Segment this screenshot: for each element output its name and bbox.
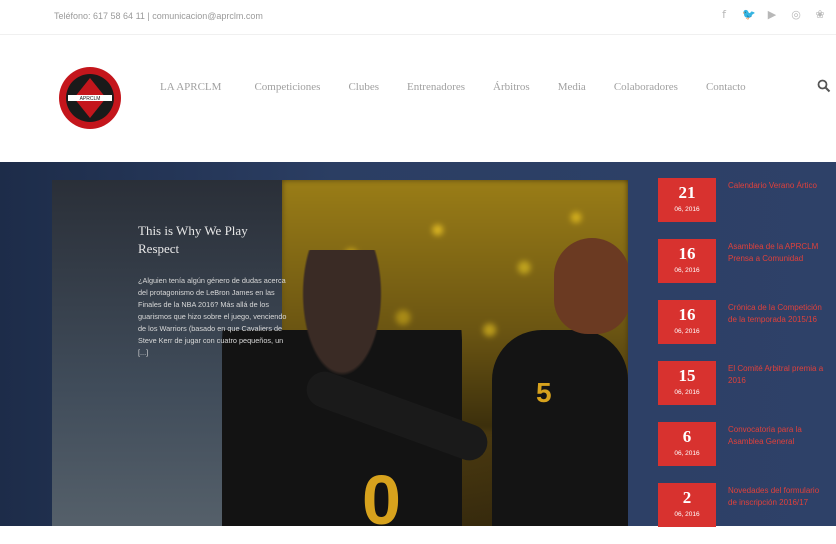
site-header: APRCLM LA APRCLM Competiciones Clubes En… <box>0 35 836 160</box>
site-logo[interactable]: APRCLM <box>58 66 122 130</box>
news-title[interactable]: Convocatoria para la Asamblea General <box>728 424 826 447</box>
date-day: 2 <box>682 488 692 507</box>
nav-item-clubes[interactable]: Clubes <box>348 81 379 93</box>
player-right-head <box>554 238 628 334</box>
nav-item-entrenadores[interactable]: Entrenadores <box>407 81 465 93</box>
nav-item-contacto[interactable]: Contacto <box>706 81 746 93</box>
nav-item-media[interactable]: Media <box>558 81 586 93</box>
date-badge: 16 06, 2016 <box>658 300 716 344</box>
nav-item-arbitros[interactable]: Árbitros <box>493 81 530 93</box>
news-list: 21 06, 2016 Calendario Verano Ártico 16 … <box>658 178 828 544</box>
news-item[interactable]: 16 06, 2016 Asamblea de la APRCLM Prensa… <box>658 239 828 300</box>
news-item[interactable]: 15 06, 2016 El Comité Arbitral premia a … <box>658 361 828 422</box>
news-item[interactable]: 2 06, 2016 Novedades del formulario de i… <box>658 483 828 544</box>
news-item[interactable]: 16 06, 2016 Crónica de la Competición de… <box>658 300 828 361</box>
date-badge: 6 06, 2016 <box>658 422 716 466</box>
date-month: 06, 2016 <box>674 328 700 335</box>
search-icon[interactable] <box>817 79 831 93</box>
date-month: 06, 2016 <box>674 450 700 457</box>
date-badge: 15 06, 2016 <box>658 361 716 405</box>
news-item[interactable]: 21 06, 2016 Calendario Verano Ártico <box>658 178 828 239</box>
news-item[interactable]: 6 06, 2016 Convocatoria para la Asamblea… <box>658 422 828 483</box>
news-title[interactable]: Crónica de la Competición de la temporad… <box>728 302 826 325</box>
date-month: 06, 2016 <box>674 206 700 213</box>
top-bar: Teléfono: 617 58 64 11 | comunicacion@ap… <box>0 0 836 35</box>
contact-info: Teléfono: 617 58 64 11 | comunicacion@ap… <box>54 11 263 21</box>
svg-text:APRCLM: APRCLM <box>80 96 101 102</box>
news-title[interactable]: El Comité Arbitral premia a 2016 <box>728 363 826 386</box>
date-badge: 21 06, 2016 <box>658 178 716 222</box>
social-links: f 🐦 ▶ ◎ ❀ <box>718 9 826 21</box>
date-day: 16 <box>678 305 696 324</box>
featured-overlay: This is Why We Play Respect ¿Alguien ten… <box>138 222 288 359</box>
nav-item-competiciones[interactable]: Competiciones <box>254 81 320 93</box>
twitter-icon[interactable]: 🐦 <box>742 9 756 21</box>
featured-excerpt: ¿Alguien tenía algún género de dudas ace… <box>138 276 287 358</box>
facebook-icon[interactable]: f <box>718 9 730 21</box>
news-title[interactable]: Calendario Verano Ártico <box>728 180 826 192</box>
youtube-icon[interactable]: ▶ <box>766 9 778 21</box>
hero-section: 0 5 This is Why We Play Respect ¿Alguien… <box>0 162 836 527</box>
nav-item-colaboradores[interactable]: Colaboradores <box>614 81 678 93</box>
jersey-number-left: 0 <box>362 461 401 526</box>
jersey-number-right: 5 <box>536 377 552 408</box>
player-right-body <box>492 330 628 526</box>
date-day: 6 <box>682 427 692 446</box>
date-day: 15 <box>678 366 696 385</box>
news-title[interactable]: Asamblea de la APRCLM Prensa a Comunidad <box>728 241 826 264</box>
featured-photo[interactable]: 0 5 This is Why We Play Respect ¿Alguien… <box>52 180 628 526</box>
news-title[interactable]: Novedades del formulario de inscripción … <box>728 485 826 508</box>
nav-item-la-aprclm[interactable]: LA APRCLM <box>160 81 221 93</box>
date-month: 06, 2016 <box>674 267 700 274</box>
featured-title[interactable]: This is Why We Play Respect <box>138 222 288 257</box>
date-badge: 16 06, 2016 <box>658 239 716 283</box>
date-day: 16 <box>678 244 696 263</box>
date-month: 06, 2016 <box>674 389 700 396</box>
instagram-icon[interactable]: ◎ <box>790 9 802 21</box>
main-nav: LA APRCLM Competiciones Clubes Entrenado… <box>160 81 774 93</box>
date-month: 06, 2016 <box>674 511 700 518</box>
date-day: 21 <box>678 183 696 202</box>
flickr-icon[interactable]: ❀ <box>814 9 826 21</box>
date-badge: 2 06, 2016 <box>658 483 716 527</box>
